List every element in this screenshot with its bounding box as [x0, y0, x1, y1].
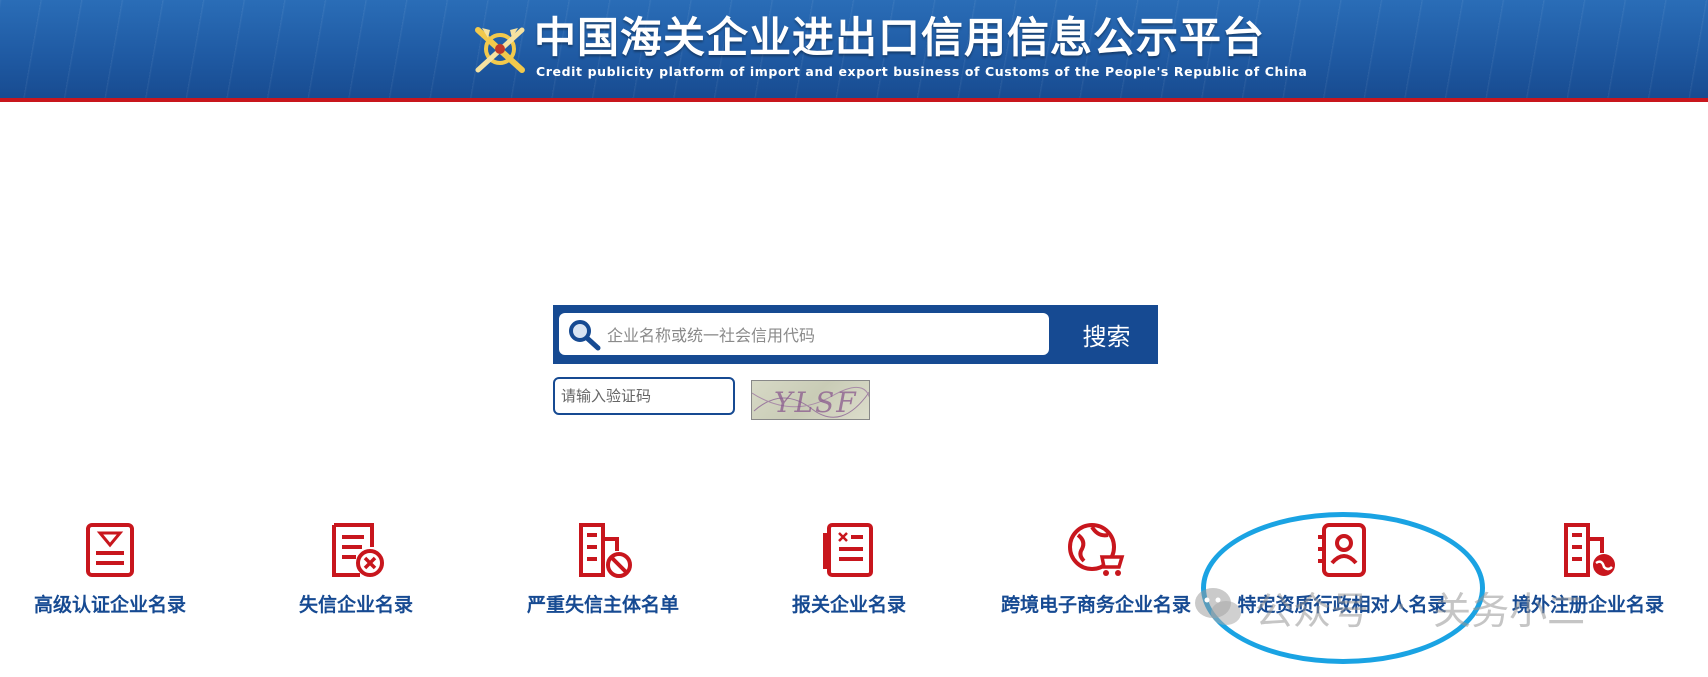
category-list: 高级认证企业名录 失信企业名录 严重失信主体名单 报关企业名录 跨境电子商务企业…	[0, 515, 1708, 616]
search-input[interactable]	[605, 317, 1039, 353]
category-item-specific-qualification[interactable]: 特定资质行政相对人名录	[1222, 515, 1462, 616]
document-cancel-icon	[332, 523, 384, 577]
search-button[interactable]: 搜索	[1055, 305, 1158, 364]
category-item-serious-dishonest[interactable]: 严重失信主体名单	[483, 515, 723, 616]
site-title: 中国海关企业进出口信用信息公示平台	[534, 13, 1266, 62]
person-card-icon	[1318, 523, 1366, 577]
category-item-dishonest[interactable]: 失信企业名录	[236, 515, 476, 616]
site-subtitle: Credit publicity platform of import and …	[536, 64, 1308, 79]
category-item-customs-declaration[interactable]: 报关企业名录	[729, 515, 969, 616]
category-item-advanced-certification[interactable]: 高级认证企业名录	[0, 515, 230, 616]
customs-emblem-icon	[475, 27, 525, 73]
captcha-noise: YLSF	[752, 386, 869, 419]
category-label: 特定资质行政相对人名录	[1237, 594, 1447, 616]
building-globe-icon	[1564, 523, 1615, 577]
category-item-overseas-registered[interactable]: 境外注册企业名录	[1468, 515, 1708, 616]
captcha-image[interactable]: YLSF	[751, 380, 870, 420]
category-label: 高级认证企业名录	[33, 594, 186, 616]
category-label: 跨境电子商务企业名录	[1000, 594, 1191, 616]
category-label: 境外注册企业名录	[1511, 594, 1664, 616]
category-label: 严重失信主体名单	[526, 594, 679, 616]
captcha-input[interactable]	[553, 377, 735, 415]
header-banner: 中国海关企业进出口信用信息公示平台 Credit publicity platf…	[0, 0, 1708, 102]
category-label: 失信企业名录	[298, 594, 413, 616]
globe-cart-icon	[1068, 523, 1125, 576]
captcha-text: YLSF	[774, 386, 858, 419]
customs-declaration-icon	[823, 523, 873, 577]
certificate-icon	[86, 523, 134, 577]
building-prohibited-icon	[579, 523, 632, 578]
category-label: 报关企业名录	[791, 594, 906, 616]
search-bar: 搜索	[553, 305, 1158, 364]
category-item-cross-border-ecommerce[interactable]: 跨境电子商务企业名录	[976, 515, 1216, 616]
search-icon	[569, 320, 601, 351]
search-box	[559, 313, 1049, 355]
